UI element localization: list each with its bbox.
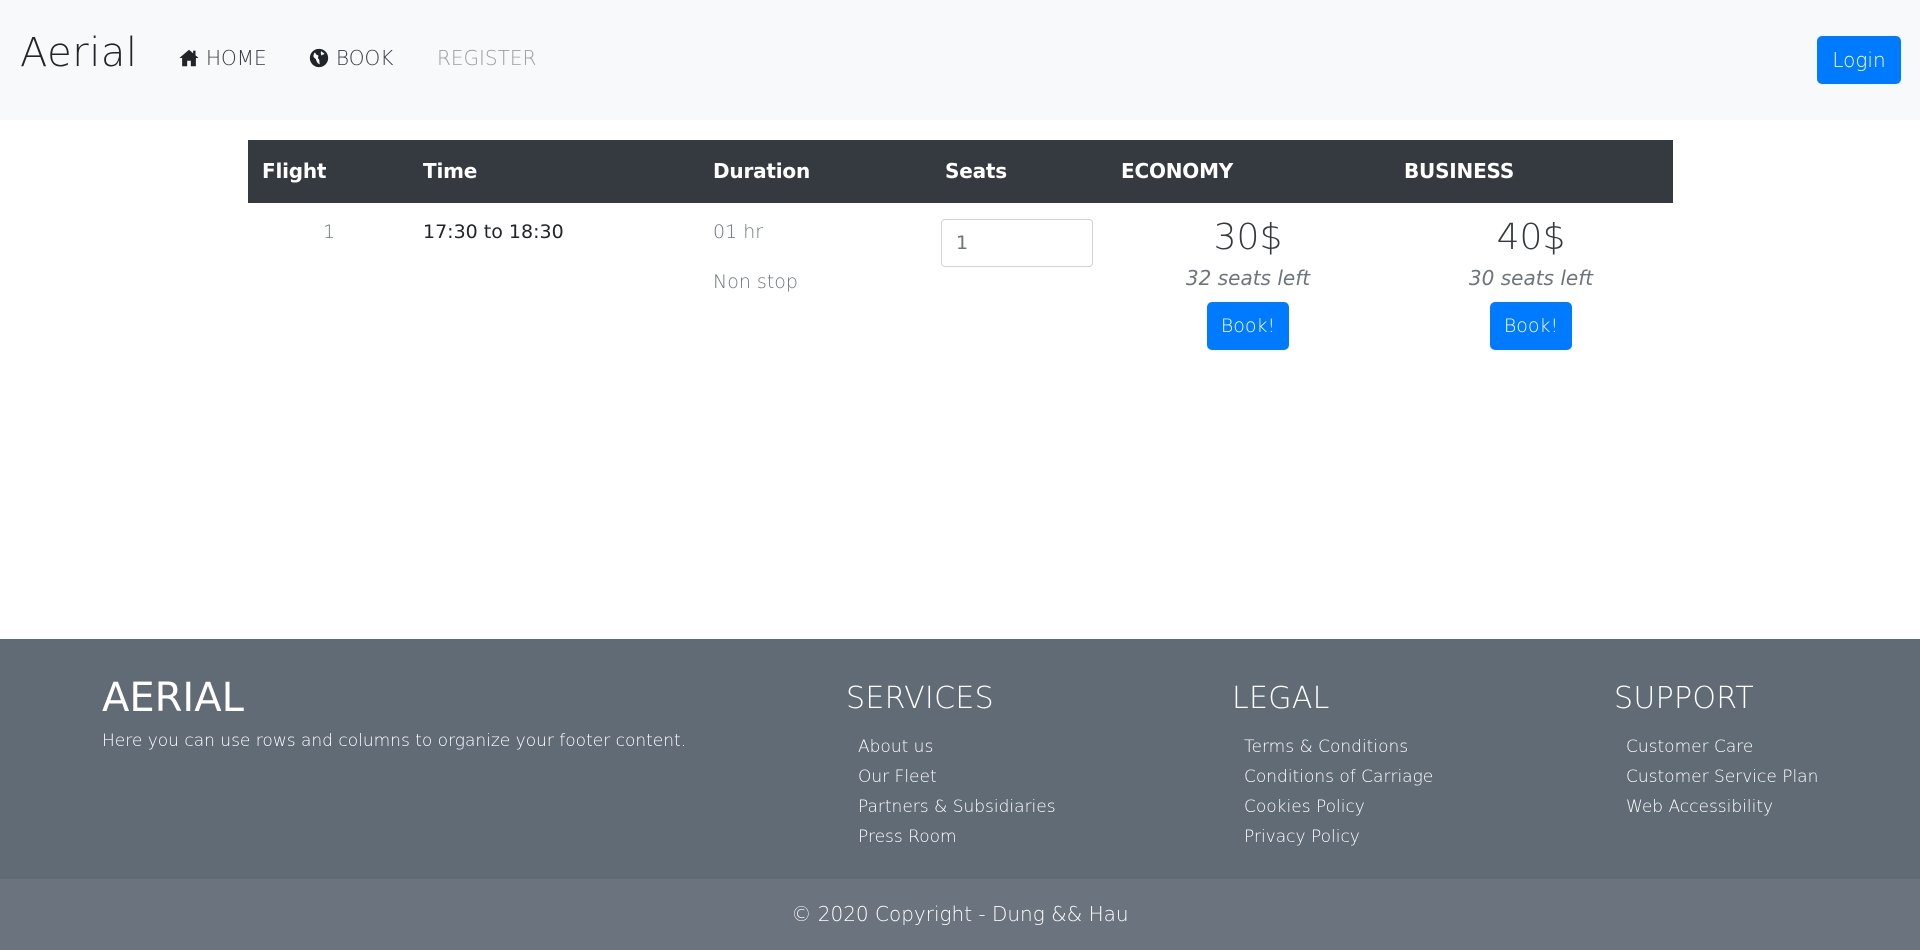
- footer-link-terms[interactable]: Terms & Conditions: [1244, 732, 1433, 762]
- book-economy-button[interactable]: Book!: [1207, 302, 1289, 350]
- copyright-bar: © 2020 Copyright - Dung && Hau: [0, 879, 1920, 950]
- footer-link-customer-care[interactable]: Customer Care: [1626, 732, 1818, 762]
- footer-link-our-fleet[interactable]: Our Fleet: [858, 762, 1056, 792]
- business-seats-left: 30 seats left: [1468, 266, 1594, 290]
- login-button[interactable]: Login: [1817, 36, 1901, 84]
- economy-price: 30$: [1213, 217, 1283, 258]
- footer-link-carriage[interactable]: Conditions of Carriage: [1244, 762, 1433, 792]
- nav-book-label: BOOK: [336, 46, 394, 70]
- footer-services-title: SERVICES: [846, 681, 994, 716]
- footer-support-title: SUPPORT: [1614, 681, 1754, 716]
- flight-stops: Non stop: [713, 271, 798, 293]
- seats-input[interactable]: [941, 219, 1093, 267]
- book-business-button[interactable]: Book!: [1490, 302, 1572, 350]
- business-price: 40$: [1496, 217, 1566, 258]
- economy-fare: 30$ 32 seats left Book!: [1148, 213, 1348, 350]
- header-business: BUSINESS: [1404, 159, 1515, 183]
- footer-link-accessibility[interactable]: Web Accessibility: [1626, 792, 1818, 822]
- table-row: 1 17:30 to 18:30 01 hr Non stop 30$ 32 s…: [248, 203, 1673, 423]
- business-fare: 40$ 30 seats left Book!: [1431, 213, 1631, 350]
- footer-description: Here you can use rows and columns to org…: [102, 731, 687, 751]
- footer-link-press-room[interactable]: Press Room: [858, 822, 1056, 852]
- navbar: Aerial HOME BOOK REGISTER Login: [0, 0, 1920, 120]
- home-icon: [178, 47, 200, 69]
- brand-logo[interactable]: Aerial: [20, 30, 137, 76]
- nav-book[interactable]: BOOK: [308, 46, 393, 70]
- nav-register-label: REGISTER: [437, 46, 537, 70]
- footer-link-partners[interactable]: Partners & Subsidiaries: [858, 792, 1056, 822]
- footer-legal: LEGAL Terms & Conditions Conditions of C…: [1232, 681, 1433, 852]
- globe-icon: [308, 47, 330, 69]
- table-header: Flight Time Duration Seats ECONOMY BUSIN…: [248, 140, 1673, 203]
- footer-legal-title: LEGAL: [1232, 681, 1330, 716]
- footer: AERIAL Here you can use rows and columns…: [0, 639, 1920, 879]
- header-seats: Seats: [945, 159, 1007, 183]
- footer-link-about-us[interactable]: About us: [858, 732, 1056, 762]
- footer-link-privacy[interactable]: Privacy Policy: [1244, 822, 1433, 852]
- footer-services: SERVICES About us Our Fleet Partners & S…: [846, 681, 1056, 852]
- economy-seats-left: 32 seats left: [1185, 266, 1311, 290]
- flight-number: 1: [323, 221, 336, 243]
- copyright-text: © 2020 Copyright - Dung && Hau: [791, 902, 1129, 926]
- nav-home[interactable]: HOME: [178, 46, 267, 70]
- footer-link-cookies[interactable]: Cookies Policy: [1244, 792, 1433, 822]
- nav-register[interactable]: REGISTER: [437, 46, 536, 70]
- header-economy: ECONOMY: [1121, 159, 1234, 183]
- header-time: Time: [423, 159, 478, 183]
- footer-link-service-plan[interactable]: Customer Service Plan: [1626, 762, 1818, 792]
- flight-duration: 01 hr: [713, 221, 764, 243]
- header-flight: Flight: [262, 159, 327, 183]
- flight-time: 17:30 to 18:30: [423, 221, 564, 243]
- footer-brand: AERIAL: [102, 675, 244, 721]
- header-duration: Duration: [713, 159, 810, 183]
- footer-support: SUPPORT Customer Care Customer Service P…: [1614, 681, 1818, 822]
- nav-home-label: HOME: [206, 46, 267, 70]
